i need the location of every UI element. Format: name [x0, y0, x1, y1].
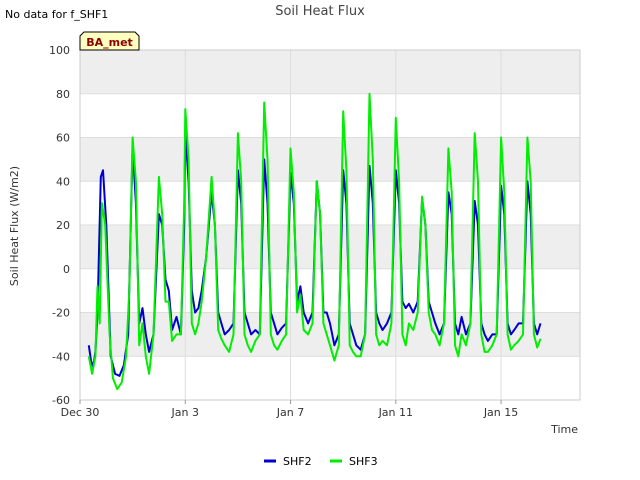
x-tick-label: Jan 15 — [483, 406, 518, 419]
y-tick-label: -40 — [52, 350, 70, 363]
y-tick-label: 60 — [56, 132, 70, 145]
ba-met-badge: BA_met — [79, 31, 140, 51]
y-axis-label: Soil Heat Flux (W/m2) — [8, 166, 21, 286]
y-tick-label: 40 — [56, 175, 70, 188]
legend-label-shf2: SHF2 — [283, 455, 312, 468]
x-tick-label: Jan 11 — [378, 406, 413, 419]
y-tick-label: -20 — [52, 307, 70, 320]
no-data-note: No data for f_SHF1 — [5, 8, 108, 21]
band — [80, 50, 580, 94]
y-tick-label: 20 — [56, 219, 70, 232]
y-axis-ticks: -60-40-20020406080100 — [49, 44, 70, 407]
chart-title: Soil Heat Flux — [275, 4, 365, 19]
y-tick-label: 100 — [49, 44, 70, 57]
x-tick-label: Dec 30 — [61, 406, 100, 419]
badge-label: BA_met — [86, 36, 133, 49]
x-axis-ticks: Dec 30 Jan 3 Jan 7 Jan 11 Jan 15 — [61, 400, 518, 419]
x-tick-label: Jan 7 — [276, 406, 304, 419]
x-axis-label: Time — [550, 423, 578, 436]
y-tick-label: 80 — [56, 88, 70, 101]
x-tick-label: Jan 3 — [171, 406, 199, 419]
legend: SHF2 SHF3 — [264, 455, 378, 468]
soil-heat-flux-chart: No data for f_SHF1 Soil Heat Flux -60-40… — [5, 4, 581, 468]
legend-label-shf3: SHF3 — [349, 455, 378, 468]
y-tick-label: 0 — [63, 263, 70, 276]
band — [80, 137, 580, 182]
